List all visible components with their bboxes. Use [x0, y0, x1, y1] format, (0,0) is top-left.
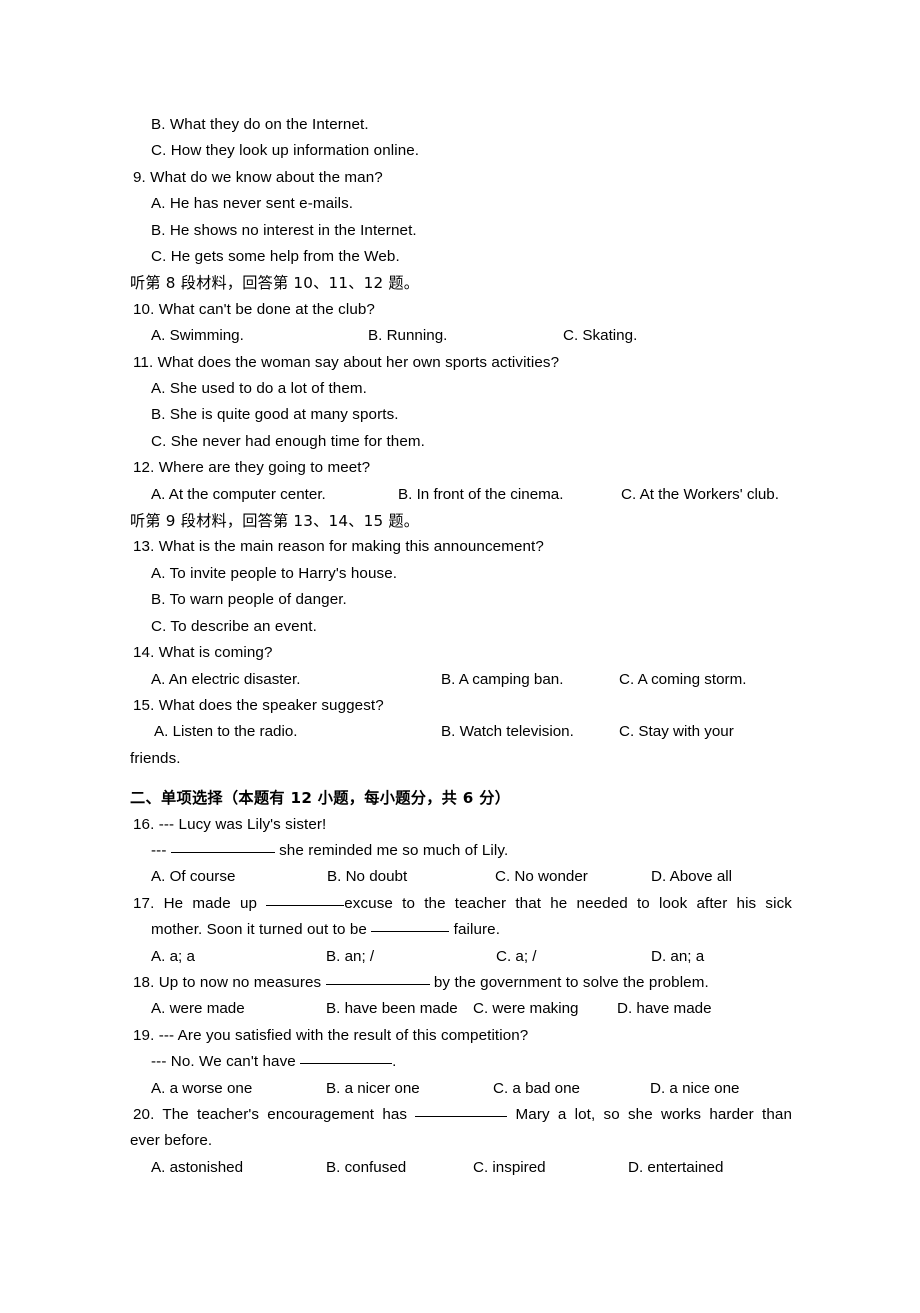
question-stem: 19. --- Are you satisfied with the resul… [133, 1026, 529, 1044]
listening-instruction-8: 听第 8 段材料，回答第 10、11、12 题。 [130, 274, 420, 293]
option-b: B. No doubt [327, 868, 408, 886]
option-row: A. Listen to the radio. B. Watch televis… [130, 719, 792, 745]
option-b: B. a nicer one [326, 1079, 420, 1097]
question-stem: 11. What does the woman say about her ow… [133, 353, 560, 371]
answer-blank[interactable] [415, 1104, 508, 1117]
option-d: D. have made [617, 1000, 712, 1018]
option-line: B. He shows no interest in the Internet. [151, 221, 417, 239]
option-line: A. To invite people to Harry's house. [151, 564, 398, 582]
question-stem-wrap: ever before. [130, 1132, 213, 1150]
option-a: A. a worse one [151, 1079, 253, 1097]
option-c: C. At the Workers' club. [621, 485, 779, 503]
option-d: D. an; a [651, 947, 705, 965]
question-stem: 17. He made up excuse to the teacher tha… [130, 891, 792, 917]
option-line: B. She is quite good at many sports. [151, 406, 399, 424]
option-a: A. were made [151, 1000, 245, 1018]
option-c: C. a; / [496, 947, 537, 965]
question-stem: 14. What is coming? [133, 644, 273, 662]
listening-instruction-9: 听第 9 段材料，回答第 13、14、15 题。 [130, 512, 420, 531]
option-line: A. He has never sent e-mails. [151, 195, 354, 213]
option-b: B. have been made [326, 1000, 458, 1018]
option-c: C. Stay with your [619, 723, 734, 741]
question-stem: 9. What do we know about the man? [133, 168, 383, 186]
option-b: B. confused [326, 1158, 407, 1176]
option-c: C. inspired [473, 1158, 546, 1176]
option-row: A. At the computer center. B. In front o… [130, 482, 792, 508]
option-b: B. Watch television. [441, 723, 574, 741]
option-line: B. To warn people of danger. [151, 591, 347, 609]
option-c: C. Skating. [563, 327, 638, 345]
answer-blank[interactable] [170, 840, 275, 853]
option-row: A. Swimming. B. Running. C. Skating. [130, 323, 792, 349]
option-d: D. a nice one [650, 1079, 740, 1097]
option-line: C. He gets some help from the Web. [151, 248, 400, 266]
option-a: A. An electric disaster. [151, 670, 301, 688]
question-stem: 15. What does the speaker suggest? [133, 696, 384, 714]
question-reply: --- she reminded me so much of Lily. [130, 838, 792, 864]
option-row: A. a; a B. an; / C. a; / D. an; a [130, 944, 792, 970]
question-stem: 16. --- Lucy was Lily's sister! [133, 815, 327, 833]
option-row: A. a worse one B. a nicer one C. a bad o… [130, 1076, 792, 1102]
option-row: A. astonished B. confused C. inspired D.… [130, 1155, 792, 1181]
option-a: A. Listen to the radio. [154, 723, 298, 741]
answer-blank[interactable] [371, 919, 450, 933]
exam-page: B. What they do on the Internet. C. How … [0, 0, 920, 1302]
option-line: C. How they look up information online. [151, 142, 420, 160]
stem-prefix: 18. Up to now no measures [133, 973, 322, 991]
question-stem: 18. Up to now no measures by the governm… [130, 970, 792, 996]
reply-prefix: --- No. We can't have [151, 1053, 296, 1071]
question-stem: 10. What can't be done at the club? [133, 300, 375, 318]
exam-content: B. What they do on the Internet. C. How … [130, 112, 792, 1181]
option-line: A. She used to do a lot of them. [151, 380, 367, 398]
stem-line2-prefix: mother. Soon it turned out to be [151, 921, 367, 939]
option-b: B. A camping ban. [441, 670, 564, 688]
section-heading: 二、单项选择（本题有 12 小题，每小题分，共 6 分） [130, 789, 511, 808]
reply-suffix: . [392, 1053, 397, 1071]
option-c: C. No wonder [495, 868, 588, 886]
option-d: D. Above all [651, 868, 733, 886]
option-a: A. astonished [151, 1158, 244, 1176]
option-row: A. were made B. have been made C. were m… [130, 996, 792, 1022]
option-c: C. A coming storm. [619, 670, 747, 688]
option-a: A. Swimming. [151, 327, 244, 345]
option-c: C. a bad one [493, 1079, 580, 1097]
option-c: C. were making [473, 1000, 579, 1018]
question-stem-wrap: mother. Soon it turned out to be failure… [130, 917, 792, 943]
answer-blank[interactable] [266, 893, 345, 906]
option-a: A. Of course [151, 868, 236, 886]
option-line: C. To describe an event. [151, 617, 317, 635]
option-wrap-text: friends. [130, 749, 181, 767]
stem-prefix: 20. The teacher's encouragement has [133, 1105, 408, 1123]
option-b: B. Running. [368, 327, 448, 345]
option-line: B. What they do on the Internet. [151, 116, 369, 133]
option-row: A. An electric disaster. B. A camping ba… [130, 667, 792, 693]
option-row: A. Of course B. No doubt C. No wonder D.… [130, 864, 792, 890]
option-b: B. In front of the cinema. [398, 485, 564, 503]
question-stem: 20. The teacher's encouragement has Mary… [130, 1102, 792, 1128]
option-line: C. She never had enough time for them. [151, 432, 425, 450]
question-stem: 13. What is the main reason for making t… [133, 538, 544, 556]
question-stem: 12. Where are they going to meet? [133, 459, 371, 477]
stem-part-2: excuse to the teacher that he needed to … [344, 894, 792, 912]
stem-suffix: Mary a lot, so she works harder than [515, 1105, 792, 1123]
stem-line2-suffix: failure. [453, 921, 501, 939]
question-reply: --- No. We can't have . [130, 1049, 792, 1075]
stem-suffix: by the government to solve the problem. [433, 973, 709, 991]
answer-blank[interactable] [300, 1051, 393, 1065]
option-d: D. entertained [628, 1158, 724, 1176]
option-b: B. an; / [326, 947, 375, 965]
option-a: A. At the computer center. [151, 485, 326, 503]
reply-prefix: --- [151, 841, 171, 859]
reply-suffix: she reminded me so much of Lily. [274, 841, 509, 859]
answer-blank[interactable] [325, 972, 430, 985]
option-a: A. a; a [151, 947, 195, 965]
